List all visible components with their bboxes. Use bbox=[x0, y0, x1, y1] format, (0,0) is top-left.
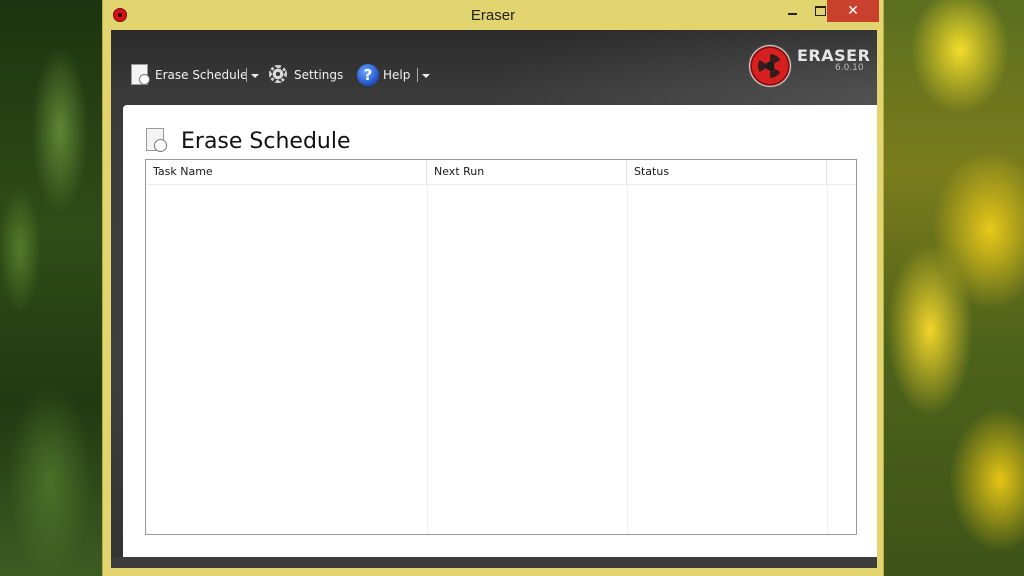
maximize-icon bbox=[814, 6, 826, 16]
column-divider bbox=[827, 184, 828, 534]
help-icon: ? bbox=[357, 64, 379, 86]
help-button[interactable]: ? Help bbox=[357, 63, 410, 87]
minimize-icon bbox=[787, 13, 797, 15]
schedule-document-icon bbox=[129, 64, 151, 86]
settings-button[interactable]: Settings bbox=[268, 63, 343, 87]
desktop-background-right bbox=[882, 0, 1024, 576]
help-dropdown[interactable] bbox=[409, 63, 430, 87]
dropdown-separator bbox=[417, 68, 418, 82]
erase-schedule-dropdown[interactable] bbox=[238, 63, 259, 87]
eraser-logo-icon bbox=[749, 45, 791, 87]
window-title: Eraser bbox=[470, 7, 516, 24]
dropdown-separator bbox=[246, 68, 247, 82]
column-header-filler bbox=[827, 160, 856, 184]
close-icon: ✕ bbox=[847, 3, 859, 19]
column-header-task-name[interactable]: Task Name bbox=[146, 160, 427, 184]
minimize-button[interactable] bbox=[777, 0, 807, 22]
erase-schedule-panel: Erase Schedule Task Name Next Run Status bbox=[123, 105, 877, 557]
settings-label: Settings bbox=[294, 68, 344, 82]
title-bar[interactable]: Eraser ✕ bbox=[103, 0, 883, 30]
column-header-next-run[interactable]: Next Run bbox=[427, 160, 627, 184]
column-divider bbox=[627, 184, 628, 534]
close-button[interactable]: ✕ bbox=[827, 0, 879, 22]
schedule-document-icon bbox=[146, 128, 170, 154]
task-list[interactable]: Task Name Next Run Status bbox=[145, 159, 857, 535]
erase-schedule-button[interactable]: Erase Schedule bbox=[129, 63, 247, 87]
client-area: Erase Schedule Settings ? Help ERASER 6.… bbox=[111, 30, 877, 568]
chevron-down-icon bbox=[422, 74, 430, 78]
desktop-background-left bbox=[0, 0, 104, 576]
chevron-down-icon bbox=[251, 74, 259, 78]
help-label: Help bbox=[383, 68, 411, 82]
brand-version: 6.0.10 bbox=[835, 63, 864, 73]
column-divider bbox=[427, 184, 428, 534]
status-strip bbox=[111, 557, 877, 568]
page-title: Erase Schedule bbox=[181, 129, 351, 154]
toolbar: Erase Schedule Settings ? Help ERASER 6.… bbox=[111, 30, 877, 105]
gear-icon bbox=[268, 64, 290, 86]
task-list-header: Task Name Next Run Status bbox=[146, 160, 856, 185]
erase-schedule-label: Erase Schedule bbox=[155, 68, 248, 82]
column-header-status[interactable]: Status bbox=[627, 160, 827, 184]
eraser-window: Eraser ✕ Erase Schedule Settings ? Help … bbox=[102, 0, 884, 576]
